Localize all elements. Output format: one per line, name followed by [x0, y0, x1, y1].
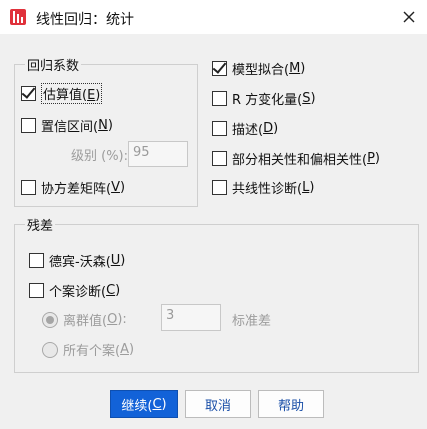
r-squared-change-checkbox[interactable]: R 方变化量(S)	[212, 89, 316, 108]
model-fit-checkbox[interactable]: 模型拟合(M)	[212, 59, 305, 78]
estimates-label: 估算值(	[43, 88, 88, 103]
r-squared-check-icon	[212, 91, 227, 106]
confidence-mnemonic: N	[98, 118, 108, 133]
estimates-suffix: )	[95, 88, 101, 103]
model-fit-mnemonic: M	[289, 61, 301, 76]
descriptives-checkbox[interactable]: 描述(D)	[212, 119, 278, 138]
covariance-mnemonic: V	[111, 180, 120, 195]
estimates-check-icon	[21, 86, 36, 101]
covariance-check-icon	[21, 180, 36, 195]
all-cases-mnemonic: A	[120, 342, 129, 357]
model-fit-suffix: )	[300, 61, 306, 76]
all-cases-radio[interactable]: 所有个案(A)	[42, 340, 134, 359]
part-partial-label: 部分相关性和偏相关性(	[232, 153, 368, 168]
model-fit-check-icon	[212, 61, 227, 76]
collinearity-mnemonic: L	[302, 180, 310, 195]
covariance-suffix: )	[119, 180, 126, 195]
outliers-label: 离群值(	[63, 314, 108, 329]
durbin-label: 德宾-沃森(	[49, 255, 111, 270]
part-partial-mnemonic: P	[367, 151, 375, 166]
covariance-matrix-checkbox[interactable]: 协方差矩阵(V)	[21, 178, 125, 197]
collinearity-check-icon	[212, 180, 227, 195]
descriptives-label: 描述(	[232, 123, 264, 138]
all-cases-suffix: )	[128, 342, 135, 357]
estimates-label-wrap: 估算值(E)	[41, 83, 103, 104]
all-cases-radio-dot	[42, 341, 58, 358]
spss-dialog-icon	[10, 9, 26, 25]
durbin-check-icon	[29, 253, 44, 268]
level-input[interactable]: 95	[128, 141, 188, 167]
outliers-radio[interactable]: 离群值(O):	[42, 310, 127, 329]
outlier-std-dev-input[interactable]: 3	[161, 304, 221, 331]
casewise-label: 个案诊断(	[49, 285, 107, 300]
part-partial-check-icon	[212, 151, 227, 166]
covariance-label: 协方差矩阵(	[41, 182, 112, 197]
estimates-checkbox[interactable]: 估算值(E)	[21, 83, 103, 104]
casewise-check-icon	[29, 283, 44, 298]
outliers-radio-dot	[42, 311, 58, 328]
confidence-interval-checkbox[interactable]: 置信区间(N)	[21, 116, 113, 135]
continue-button[interactable]: 继续(C)	[110, 390, 178, 418]
all-cases-label: 所有个案(	[63, 344, 121, 359]
continue-label: 继续(	[121, 398, 153, 414]
r-squared-mnemonic: S	[302, 91, 311, 106]
level-label: 级别 (%):	[71, 149, 129, 164]
casewise-mnemonic: C	[106, 283, 116, 298]
collinearity-diagnostics-checkbox[interactable]: 共线性诊断(L)	[212, 178, 314, 197]
r-squared-label: R 方变化量(	[232, 93, 303, 108]
collinearity-label: 共线性诊断(	[232, 182, 303, 197]
collinearity-suffix: )	[309, 180, 315, 195]
continue-mnemonic: C	[152, 396, 162, 412]
r-squared-suffix: )	[310, 91, 316, 106]
part-partial-correlations-checkbox[interactable]: 部分相关性和偏相关性(P)	[212, 149, 380, 168]
cancel-button[interactable]: 取消	[185, 390, 251, 418]
residuals-group-title: 残差	[25, 215, 56, 234]
confidence-suffix: )	[107, 118, 113, 133]
part-partial-suffix: )	[374, 151, 380, 166]
close-icon[interactable]	[399, 7, 419, 27]
model-fit-label: 模型拟合(	[232, 63, 290, 78]
outliers-mnemonic: O	[107, 312, 118, 327]
descriptives-check-icon	[212, 121, 227, 136]
durbin-suffix: )	[120, 253, 126, 268]
outliers-suffix: ):	[117, 312, 127, 327]
help-button[interactable]: 帮助	[258, 390, 324, 418]
descriptives-suffix: )	[273, 121, 279, 136]
window-title: 线性回归：统计	[36, 12, 134, 28]
descriptives-mnemonic: D	[263, 121, 274, 136]
casewise-suffix: )	[115, 283, 121, 298]
std-dev-label: 标准差	[232, 314, 272, 329]
durbin-mnemonic: U	[110, 253, 121, 268]
confidence-check-icon	[21, 118, 36, 133]
confidence-label: 置信区间(	[41, 120, 99, 135]
continue-suffix: )	[161, 396, 167, 412]
casewise-diagnostics-checkbox[interactable]: 个案诊断(C)	[29, 281, 120, 300]
coefficients-group-title: 回归系数	[25, 55, 82, 74]
durbin-watson-checkbox[interactable]: 德宾-沃森(U)	[29, 251, 125, 270]
